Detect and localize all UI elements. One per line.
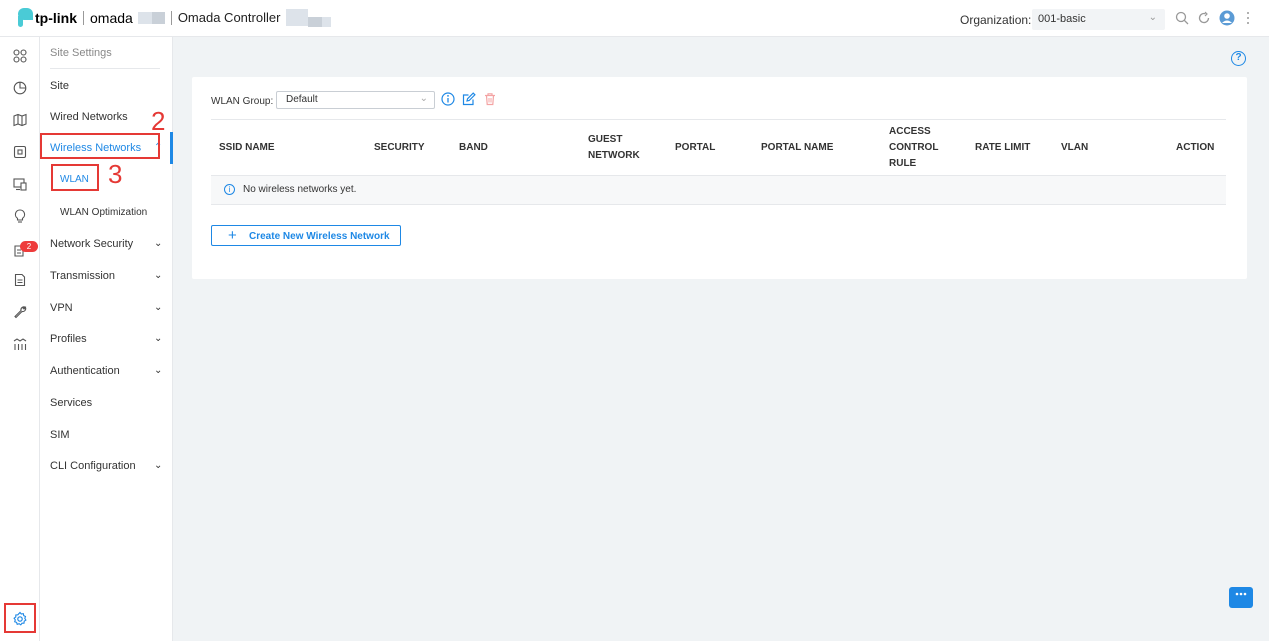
- chevron-down-icon: ⌄: [1148, 12, 1157, 23]
- nav-item-vpn[interactable]: VPN: [50, 302, 73, 314]
- col-access-control-rule[interactable]: ACCESS CONTROL RULE: [889, 124, 949, 172]
- annotation-number-2: 2: [151, 106, 166, 136]
- nav-item-services[interactable]: Services: [50, 397, 92, 409]
- product-name: omada: [90, 9, 133, 26]
- delete-icon[interactable]: [482, 92, 497, 107]
- search-icon[interactable]: [1175, 11, 1189, 28]
- nav-item-authentication[interactable]: Authentication: [50, 365, 120, 377]
- tp-link-logo: tp-link omada Omada Controller: [14, 8, 332, 27]
- empty-state-text: No wireless networks yet.: [243, 184, 357, 195]
- nav-item-wlan-optimization[interactable]: WLAN Optimization: [60, 207, 147, 218]
- clients-icon[interactable]: [11, 177, 29, 195]
- edit-icon[interactable]: [461, 92, 476, 107]
- col-band[interactable]: BAND: [459, 140, 488, 156]
- reports-icon[interactable]: [11, 273, 29, 291]
- info-icon: i: [224, 184, 235, 195]
- wlan-group-label: WLAN Group:: [211, 96, 274, 107]
- nav-header: Site Settings: [50, 47, 112, 59]
- alert-count-badge: 2: [20, 241, 38, 252]
- organization-label: Organization:: [960, 13, 1032, 27]
- insights-icon[interactable]: [11, 209, 29, 227]
- annotation-box-wlan: [51, 164, 99, 191]
- table-header: SSID NAME SECURITY BAND GUEST NETWORK PO…: [211, 119, 1226, 176]
- chevron-down-icon[interactable]: ⌄: [154, 270, 162, 281]
- empty-state-row: i No wireless networks yet.: [211, 176, 1226, 205]
- col-guest-network[interactable]: GUEST NETWORK: [588, 132, 648, 164]
- info-icon[interactable]: [440, 92, 455, 107]
- nav-item-network-security[interactable]: Network Security: [50, 238, 133, 250]
- create-wireless-network-button[interactable]: + Create New Wireless Network: [211, 225, 401, 246]
- analytics-icon[interactable]: [11, 337, 29, 355]
- organization-value: 001-basic: [1038, 13, 1086, 25]
- more-icon[interactable]: [1246, 11, 1250, 28]
- nav-item-site[interactable]: Site: [50, 80, 69, 92]
- icon-rail: 2: [0, 37, 40, 641]
- wlan-group-select[interactable]: Default ⌄: [276, 91, 435, 109]
- chevron-down-icon: ⌄: [419, 93, 428, 104]
- chat-support-icon[interactable]: [1229, 587, 1253, 608]
- chevron-down-icon[interactable]: ⌄: [154, 365, 162, 376]
- nav-item-sim[interactable]: SIM: [50, 429, 70, 441]
- user-avatar-icon[interactable]: [1219, 10, 1235, 29]
- create-button-label: Create New Wireless Network: [249, 231, 390, 242]
- brand-name: tp-link: [35, 9, 77, 26]
- nav-item-profiles[interactable]: Profiles: [50, 333, 87, 345]
- plus-icon: +: [228, 227, 237, 244]
- col-action: ACTION: [1176, 142, 1215, 153]
- dashboard-icon[interactable]: [11, 49, 29, 67]
- tp-link-logo-icon: [14, 8, 33, 27]
- col-portal[interactable]: PORTAL: [675, 140, 715, 156]
- nav-item-transmission[interactable]: Transmission: [50, 270, 115, 282]
- wlan-card: WLAN Group: Default ⌄ SSID NAME SECURITY…: [192, 77, 1247, 279]
- annotation-number-3: 3: [108, 159, 123, 189]
- devices-icon[interactable]: [11, 145, 29, 163]
- statistics-icon[interactable]: [11, 81, 29, 99]
- refresh-icon[interactable]: [1197, 11, 1211, 28]
- col-rate-limit[interactable]: RATE LIMIT: [975, 140, 1030, 156]
- annotation-box-wireless-networks: [40, 133, 160, 159]
- map-icon[interactable]: [11, 113, 29, 131]
- nav-item-wired-networks[interactable]: Wired Networks: [50, 111, 128, 123]
- help-icon[interactable]: ?: [1231, 51, 1246, 66]
- col-vlan[interactable]: VLAN: [1061, 140, 1088, 156]
- col-portal-name[interactable]: PORTAL NAME: [761, 140, 833, 156]
- col-ssid-name[interactable]: SSID NAME: [219, 140, 275, 156]
- app-title: Omada Controller: [177, 10, 281, 25]
- wlan-group-value: Default: [286, 94, 318, 105]
- chevron-down-icon[interactable]: ⌄: [154, 302, 162, 313]
- nav-active-indicator: [170, 132, 173, 164]
- chevron-down-icon[interactable]: ⌄: [154, 238, 162, 249]
- organization-select[interactable]: 001-basic ⌄: [1032, 9, 1165, 30]
- tools-icon[interactable]: [11, 305, 29, 323]
- chevron-down-icon[interactable]: ⌄: [154, 333, 162, 344]
- nav-item-cli-configuration[interactable]: CLI Configuration: [50, 460, 136, 472]
- top-bar: tp-link omada Omada Controller Organizat…: [0, 0, 1269, 37]
- col-security[interactable]: SECURITY: [374, 140, 425, 156]
- annotation-box-settings: [4, 603, 36, 633]
- chevron-down-icon[interactable]: ⌄: [154, 460, 162, 471]
